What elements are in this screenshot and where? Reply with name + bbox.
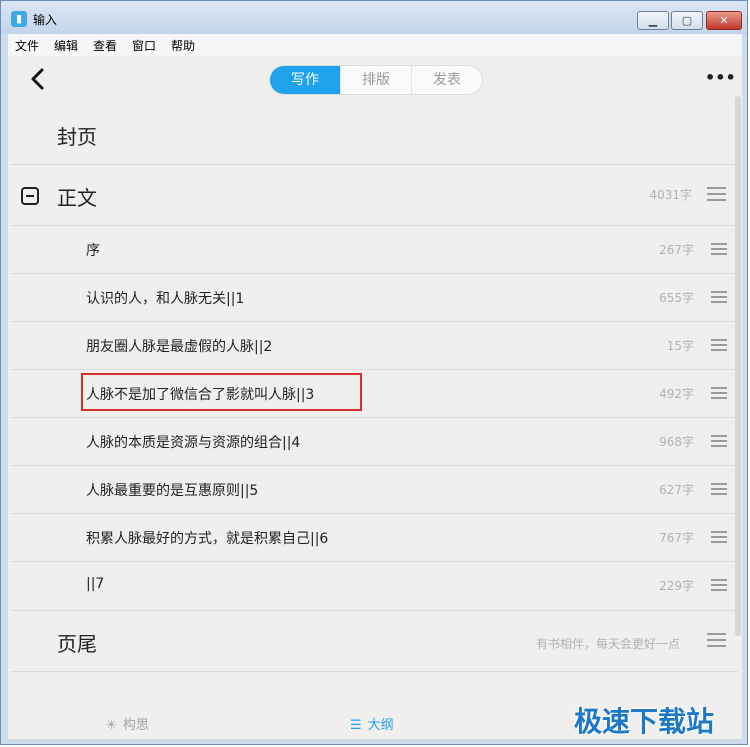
chapter-count: 968字: [659, 435, 694, 449]
menu-help[interactable]: 帮助: [171, 37, 195, 54]
cover-label: 封页: [57, 125, 97, 149]
menu-edit[interactable]: 编辑: [54, 37, 78, 54]
chapter-count: 229字: [659, 579, 694, 593]
chapter-count: 627字: [659, 483, 694, 497]
drag-handle-icon[interactable]: [711, 531, 727, 543]
chapter-title: 人脉最重要的是互惠原则||5: [86, 483, 259, 499]
chapter-count: 492字: [659, 387, 694, 401]
chapter-row[interactable]: 人脉的本质是资源与资源的组合||4 968字: [11, 418, 738, 466]
back-arrow-icon[interactable]: [26, 67, 50, 91]
drag-handle-icon[interactable]: [711, 291, 727, 303]
cover-row[interactable]: 封页: [11, 104, 738, 165]
tab-write[interactable]: 写作: [270, 66, 341, 94]
chapter-title: 认识的人，和人脉无关||1: [86, 291, 245, 307]
body-section-count: 4031字: [649, 188, 692, 202]
mode-tabs: 写作 排版 发表: [269, 65, 483, 95]
collapse-icon[interactable]: [21, 187, 39, 205]
chapter-count: 15字: [666, 339, 694, 353]
chapter-title: 积累人脉最好的方式，就是积累自己||6: [86, 531, 329, 547]
menu-bar: 文件 编辑 查看 窗口 帮助: [8, 34, 742, 56]
menu-view[interactable]: 查看: [93, 37, 117, 54]
watermark-logo: 极速下载站: [574, 705, 715, 738]
chapter-count: 655字: [659, 291, 694, 305]
sparkle-icon: ✳: [106, 718, 117, 733]
body-section-label: 正文: [57, 186, 97, 210]
selection-highlight: [81, 373, 362, 411]
drag-handle-icon[interactable]: [711, 387, 727, 399]
tab-layout[interactable]: 排版: [341, 66, 412, 94]
outline-icon: ☰: [350, 718, 362, 733]
chapter-row[interactable]: 认识的人，和人脉无关||1 655字: [11, 274, 738, 322]
idea-tab[interactable]: ✳ 构思: [106, 714, 149, 733]
app-window: ▮ 输入 ▁ ▢ ✕ 文件 编辑 查看 窗口 帮助 写作 排版 发表 ••• 封…: [0, 0, 748, 745]
maximize-button[interactable]: ▢: [671, 11, 703, 30]
title-bar: ▮ 输入 ▁ ▢ ✕: [1, 1, 747, 34]
chapter-row[interactable]: 积累人脉最好的方式，就是积累自己||6 767字: [11, 514, 738, 562]
chapter-count: 267字: [659, 243, 694, 257]
more-options-icon[interactable]: •••: [705, 70, 736, 86]
footer-section-label: 页尾: [57, 632, 97, 656]
chapter-title: 人脉的本质是资源与资源的组合||4: [86, 435, 301, 451]
close-button[interactable]: ✕: [706, 11, 742, 30]
menu-file[interactable]: 文件: [15, 37, 39, 54]
drag-handle-icon[interactable]: [711, 579, 727, 591]
minimize-button[interactable]: ▁: [637, 11, 669, 30]
footer-note: 有书相伴，每天会更好一点: [535, 637, 680, 651]
footer-section-row[interactable]: 页尾 有书相伴，每天会更好一点: [11, 611, 738, 672]
app-logo-icon: ▮: [11, 11, 27, 27]
chapter-title: ||7: [86, 576, 105, 592]
outline-tab[interactable]: ☰ 大纲: [350, 714, 394, 733]
idea-tab-label: 构思: [122, 718, 149, 733]
window-title: 输入: [33, 13, 58, 27]
drag-handle-icon[interactable]: [707, 187, 726, 202]
drag-handle-icon[interactable]: [711, 483, 727, 495]
body-section-row[interactable]: 正文 4031字: [11, 165, 738, 226]
outline-tab-label: 大纲: [367, 718, 394, 733]
drag-handle-icon[interactable]: [711, 243, 727, 255]
editor-panel: 写作 排版 发表 ••• 封页 正文 4031字 序 267字 认识的人，和人脉…: [8, 56, 742, 739]
chapter-row[interactable]: 朋友圈人脉是最虚假的人脉||2 15字: [11, 322, 738, 370]
chapter-row[interactable]: 人脉最重要的是互惠原则||5 627字: [11, 466, 738, 514]
menu-window[interactable]: 窗口: [132, 37, 156, 54]
drag-handle-icon[interactable]: [707, 633, 726, 648]
chapter-title: 朋友圈人脉是最虚假的人脉||2: [86, 339, 273, 355]
drag-handle-icon[interactable]: [711, 435, 727, 447]
drag-handle-icon[interactable]: [711, 339, 727, 351]
chapter-row[interactable]: 序 267字: [11, 226, 738, 274]
chapter-title: 序: [86, 243, 100, 259]
chapter-row[interactable]: ||7 229字: [11, 562, 738, 611]
tab-publish[interactable]: 发表: [412, 66, 482, 94]
chapter-count: 767字: [659, 531, 694, 545]
